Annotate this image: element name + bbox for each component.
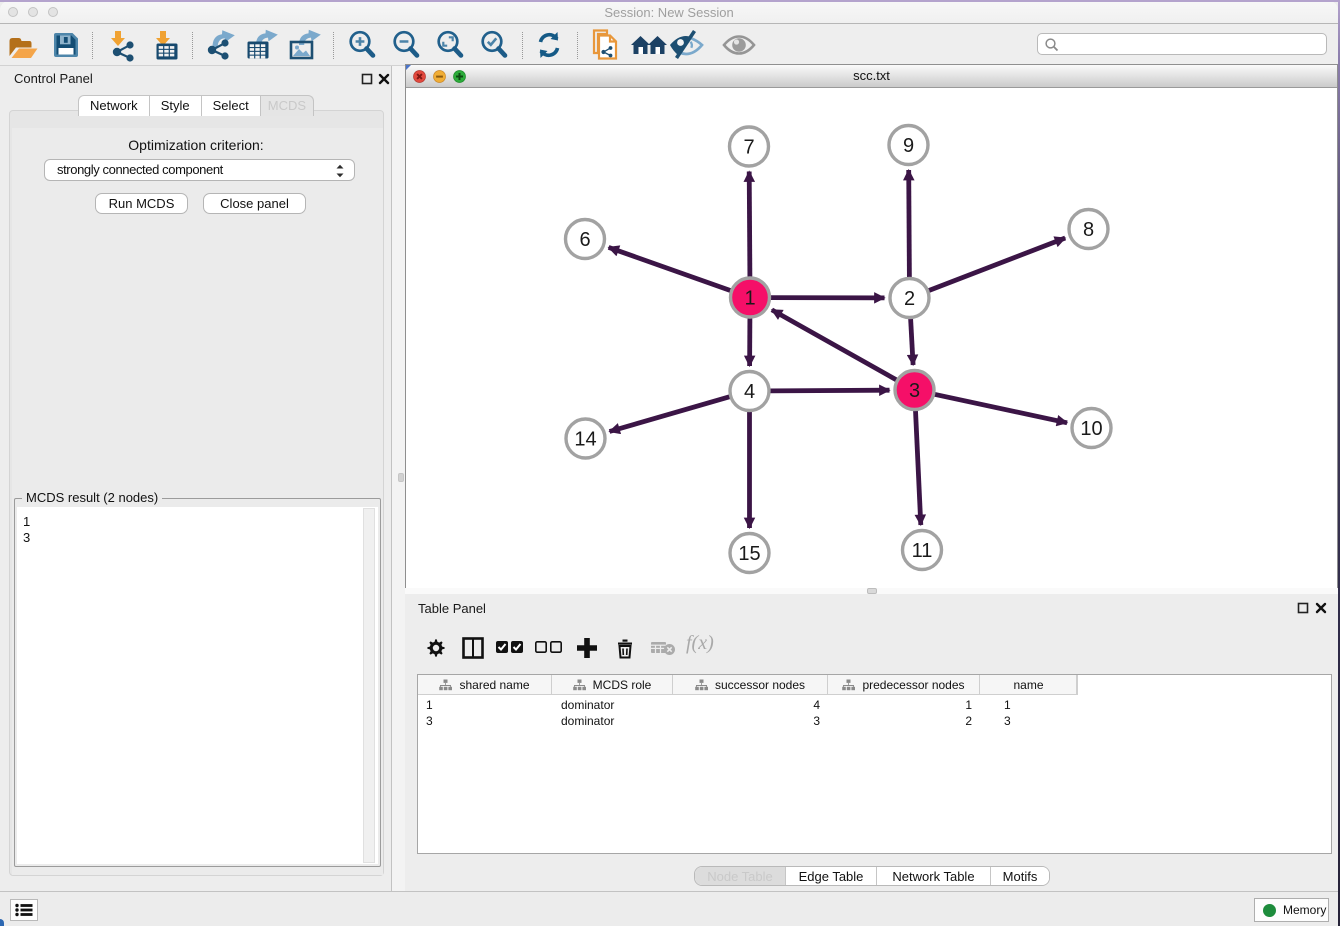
svg-text:2: 2 [904,288,915,310]
svg-text:4: 4 [744,381,755,403]
svg-text:3: 3 [909,380,920,402]
svg-text:1: 1 [744,288,755,310]
svg-text:8: 8 [1083,219,1094,241]
svg-text:7: 7 [743,137,754,159]
svg-text:15: 15 [738,543,760,565]
svg-text:10: 10 [1080,418,1102,440]
svg-text:14: 14 [574,429,596,451]
svg-text:11: 11 [912,540,933,562]
svg-text:9: 9 [903,135,914,157]
svg-text:6: 6 [579,229,590,251]
